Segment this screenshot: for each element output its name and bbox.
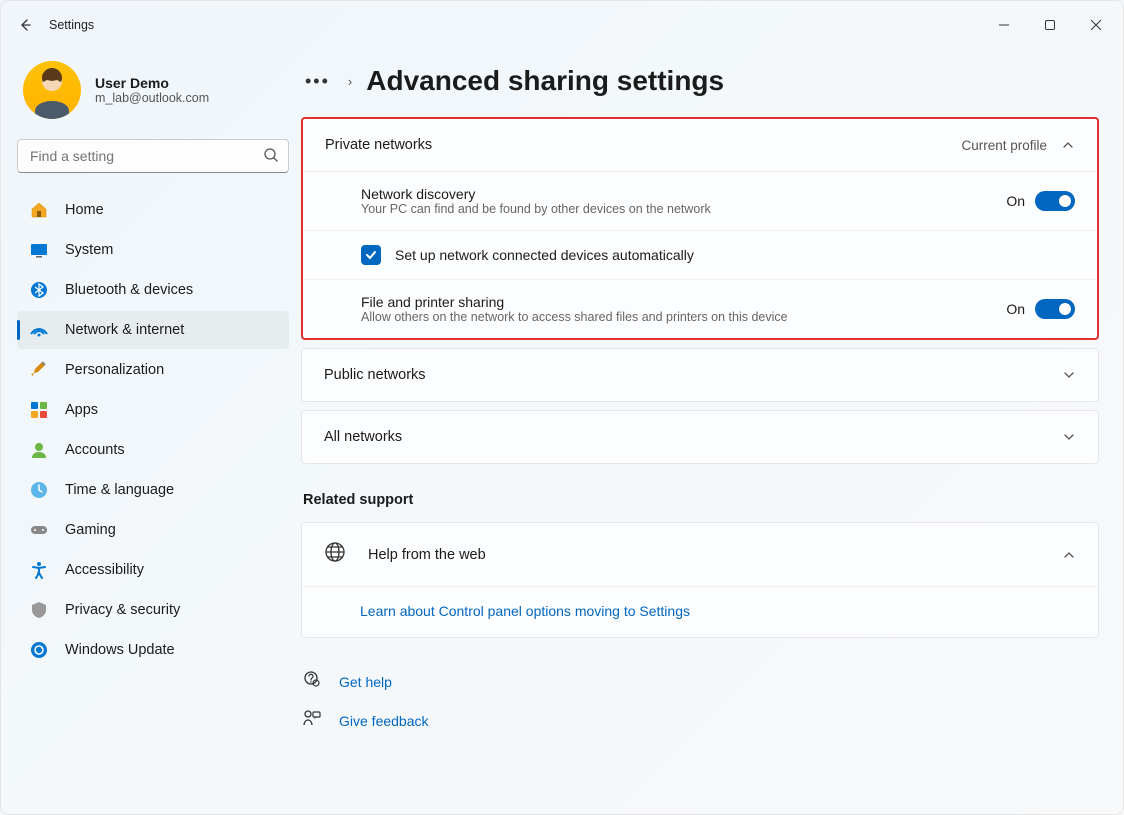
network-icon	[29, 320, 49, 340]
gaming-icon	[29, 520, 49, 540]
back-button[interactable]	[5, 5, 45, 45]
network-discovery-toggle[interactable]	[1035, 191, 1075, 211]
nav-home[interactable]: Home	[17, 191, 289, 229]
search-icon	[263, 147, 279, 168]
nav-personalization[interactable]: Personalization	[17, 351, 289, 389]
toggle-state: On	[1006, 193, 1025, 209]
profile[interactable]: User Demo m_lab@outlook.com	[17, 55, 289, 125]
time-icon	[29, 480, 49, 500]
chevron-up-icon	[1062, 548, 1076, 562]
update-icon	[29, 640, 49, 660]
checkbox-label: Set up network connected devices automat…	[395, 247, 694, 263]
auto-setup-row: Set up network connected devices automat…	[303, 231, 1097, 280]
nav-privacy[interactable]: Privacy & security	[17, 591, 289, 629]
setting-desc: Your PC can find and be found by other d…	[361, 202, 1006, 216]
system-icon	[29, 240, 49, 260]
nav-update[interactable]: Windows Update	[17, 631, 289, 669]
setting-desc: Allow others on the network to access sh…	[361, 310, 1006, 324]
nav-label: Personalization	[65, 362, 164, 378]
current-profile-label: Current profile	[961, 138, 1047, 153]
globe-icon	[324, 541, 346, 568]
chevron-down-icon	[1062, 368, 1076, 382]
help-label: Help from the web	[368, 547, 1040, 563]
auto-setup-checkbox[interactable]	[361, 245, 381, 265]
setting-title: File and printer sharing	[361, 294, 1006, 310]
maximize-button[interactable]	[1027, 9, 1073, 41]
nav-label: Accounts	[65, 442, 125, 458]
search-input[interactable]	[17, 139, 289, 173]
user-email: m_lab@outlook.com	[95, 91, 209, 105]
section-label: All networks	[324, 429, 402, 445]
nav-label: Windows Update	[65, 642, 175, 658]
nav-label: System	[65, 242, 113, 258]
nav-apps[interactable]: Apps	[17, 391, 289, 429]
chevron-right-icon: ›	[348, 74, 352, 89]
related-support-title: Related support	[303, 492, 1099, 508]
avatar	[23, 61, 81, 119]
apps-icon	[29, 400, 49, 420]
window-title: Settings	[49, 18, 94, 32]
user-name: User Demo	[95, 75, 209, 91]
public-networks-card: Public networks	[301, 348, 1099, 402]
minimize-button[interactable]	[981, 9, 1027, 41]
home-icon	[29, 200, 49, 220]
nav-label: Network & internet	[65, 322, 184, 338]
close-button[interactable]	[1073, 9, 1119, 41]
nav-label: Time & language	[65, 482, 174, 498]
section-label: Private networks	[325, 137, 432, 153]
private-networks-header[interactable]: Private networks Current profile	[303, 119, 1097, 171]
all-networks-header[interactable]: All networks	[302, 411, 1098, 463]
private-networks-card: Private networks Current profile Network…	[301, 117, 1099, 340]
network-discovery-row: Network discovery Your PC can find and b…	[303, 172, 1097, 231]
breadcrumb-more[interactable]: •••	[301, 67, 334, 96]
nav-network[interactable]: Network & internet	[17, 311, 289, 349]
page-title: Advanced sharing settings	[366, 65, 724, 97]
all-networks-card: All networks	[301, 410, 1099, 464]
feedback-link[interactable]: Give feedback	[339, 713, 429, 729]
file-sharing-toggle[interactable]	[1035, 299, 1075, 319]
nav-system[interactable]: System	[17, 231, 289, 269]
public-networks-header[interactable]: Public networks	[302, 349, 1098, 401]
get-help-row[interactable]: Get help	[301, 662, 1099, 701]
nav-label: Gaming	[65, 522, 116, 538]
personalization-icon	[29, 360, 49, 380]
learn-link[interactable]: Learn about Control panel options moving…	[360, 603, 690, 619]
chevron-up-icon	[1061, 138, 1075, 152]
help-from-web-header[interactable]: Help from the web	[302, 523, 1098, 586]
nav-label: Bluetooth & devices	[65, 282, 193, 298]
get-help-link[interactable]: Get help	[339, 674, 392, 690]
section-label: Public networks	[324, 367, 426, 383]
nav-label: Privacy & security	[65, 602, 180, 618]
nav-time[interactable]: Time & language	[17, 471, 289, 509]
accounts-icon	[29, 440, 49, 460]
file-sharing-row: File and printer sharing Allow others on…	[303, 280, 1097, 338]
nav-label: Home	[65, 202, 104, 218]
accessibility-icon	[29, 560, 49, 580]
nav-gaming[interactable]: Gaming	[17, 511, 289, 549]
feedback-icon	[303, 709, 321, 732]
nav-label: Apps	[65, 402, 98, 418]
privacy-icon	[29, 600, 49, 620]
nav-bluetooth[interactable]: Bluetooth & devices	[17, 271, 289, 309]
toggle-state: On	[1006, 301, 1025, 317]
help-card: Help from the web Learn about Control pa…	[301, 522, 1099, 638]
bluetooth-icon	[29, 280, 49, 300]
help-icon	[303, 670, 321, 693]
chevron-down-icon	[1062, 430, 1076, 444]
nav-label: Accessibility	[65, 562, 144, 578]
setting-title: Network discovery	[361, 186, 1006, 202]
nav-accounts[interactable]: Accounts	[17, 431, 289, 469]
nav-accessibility[interactable]: Accessibility	[17, 551, 289, 589]
feedback-row[interactable]: Give feedback	[301, 701, 1099, 740]
